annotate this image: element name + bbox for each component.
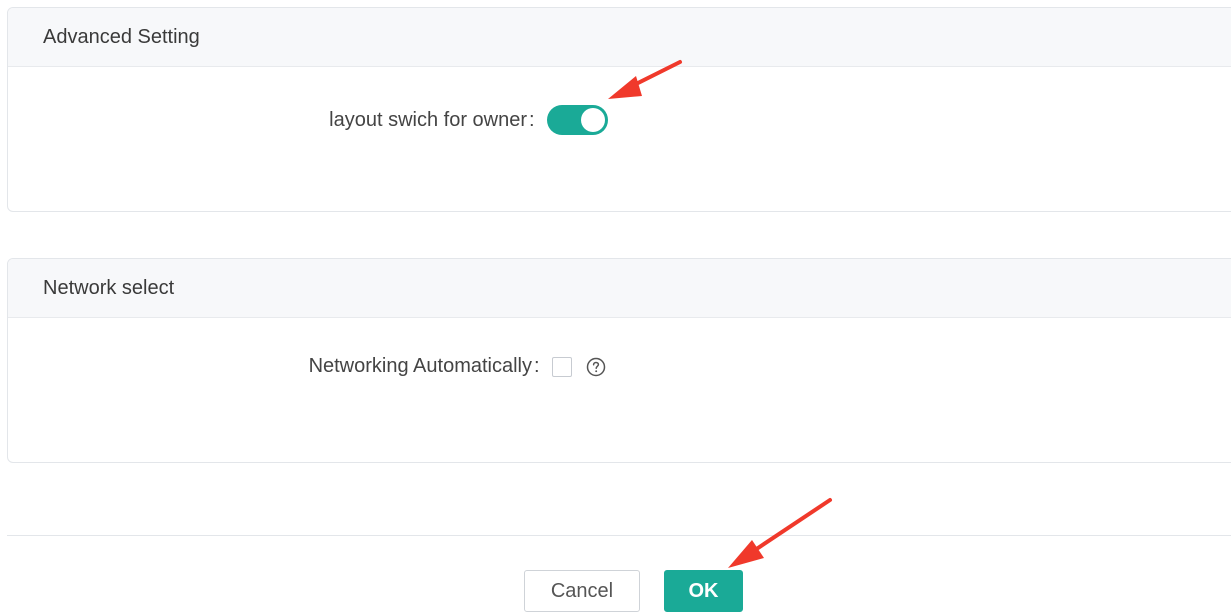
switch-knob (581, 108, 605, 132)
annotation-arrow-ok (728, 498, 832, 568)
advanced-setting-panel: Advanced Setting layout swich for owner … (7, 7, 1231, 212)
cancel-button[interactable]: Cancel (524, 570, 640, 612)
networking-automatically-row: Networking Automatically : (8, 355, 608, 378)
question-circle-icon[interactable] (586, 357, 606, 377)
layout-switch-label: layout swich for owner (329, 108, 528, 131)
networking-automatically-checkbox[interactable] (551, 356, 572, 377)
footer-divider (7, 535, 1231, 536)
networking-automatically-label: Networking Automatically (308, 355, 532, 377)
advanced-setting-header: Advanced Setting (8, 8, 1231, 67)
settings-page: Advanced Setting layout swich for owner … (0, 0, 1231, 613)
advanced-setting-body: layout swich for owner : (8, 67, 1231, 211)
network-select-body: Networking Automatically : (8, 318, 1231, 462)
ok-button[interactable]: OK (664, 570, 743, 612)
layout-switch-colon: : (529, 108, 535, 131)
layout-switch-row: layout swich for owner : (8, 105, 608, 135)
layout-switch-toggle[interactable] (546, 105, 608, 135)
network-select-panel: Network select Networking Automatically … (7, 258, 1231, 463)
network-select-title: Network select (43, 276, 175, 299)
networking-automatically-colon: : (534, 355, 540, 377)
network-select-header: Network select (8, 259, 1231, 318)
advanced-setting-title: Advanced Setting (43, 25, 200, 48)
